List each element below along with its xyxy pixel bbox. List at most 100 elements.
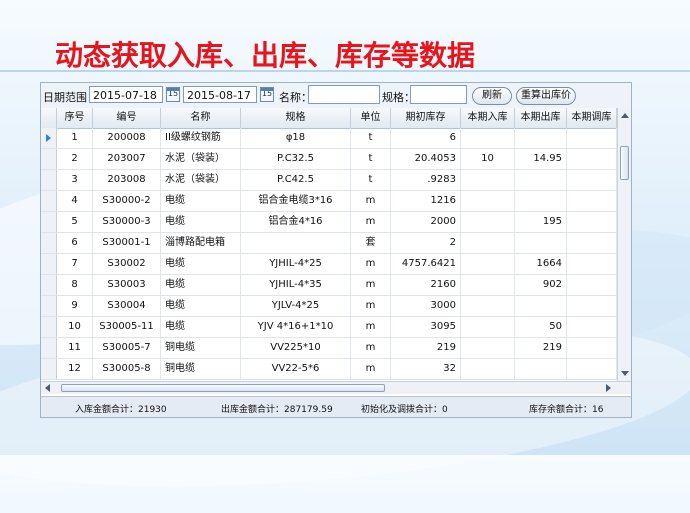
cell-code[interactable]: 203008 — [93, 170, 161, 190]
cell-unit[interactable]: m — [351, 359, 391, 379]
start-date-field[interactable]: 2015-07-18 — [89, 86, 163, 103]
cell-period-transfer[interactable] — [567, 338, 617, 358]
cell-period-transfer[interactable] — [567, 170, 617, 190]
cell-unit[interactable]: m — [351, 296, 391, 316]
cell-opening-stock[interactable]: 1216 — [391, 191, 461, 211]
scroll-right-arrow-icon[interactable] — [606, 384, 611, 392]
table-row[interactable]: 5 S30000-3 电缆 铝合金4*16 m 2000 195 — [41, 212, 617, 233]
column-header-opening-stock[interactable]: 期初库存 — [391, 108, 461, 128]
cell-seq[interactable]: 1 — [57, 128, 93, 148]
cell-period-out[interactable] — [515, 191, 567, 211]
cell-seq[interactable]: 11 — [57, 338, 93, 358]
cell-code[interactable]: S30004 — [93, 296, 161, 316]
row-selector[interactable] — [41, 359, 57, 379]
cell-seq[interactable]: 9 — [57, 296, 93, 316]
scroll-up-arrow-icon[interactable] — [621, 113, 629, 118]
name-input[interactable] — [308, 85, 380, 104]
cell-code[interactable]: 200008 — [93, 128, 161, 148]
cell-period-in[interactable]: 10 — [461, 149, 515, 169]
cell-seq[interactable]: 5 — [57, 212, 93, 232]
table-row[interactable]: 6 S30001-1 淄博路配电箱 套 2 — [41, 233, 617, 254]
cell-period-out[interactable] — [515, 359, 567, 379]
cell-period-transfer[interactable] — [567, 359, 617, 379]
cell-opening-stock[interactable]: 2160 — [391, 275, 461, 295]
cell-code[interactable]: S30005-11 — [93, 317, 161, 337]
cell-opening-stock[interactable]: 2000 — [391, 212, 461, 232]
cell-spec[interactable]: YJV 4*16+1*10 — [241, 317, 351, 337]
table-row[interactable]: 10 S30005-11 电缆 YJV 4*16+1*10 m 3095 50 — [41, 317, 617, 338]
cell-code[interactable]: S30000-2 — [93, 191, 161, 211]
scroll-left-arrow-icon[interactable] — [45, 384, 50, 392]
cell-period-in[interactable] — [461, 191, 515, 211]
cell-code[interactable]: 203007 — [93, 149, 161, 169]
vertical-scrollbar[interactable] — [617, 108, 631, 381]
row-selector[interactable] — [41, 191, 57, 211]
spec-input[interactable] — [410, 85, 467, 104]
cell-code[interactable]: S30005-8 — [93, 359, 161, 379]
column-header-unit[interactable]: 单位 — [351, 108, 391, 128]
cell-name[interactable]: 电缆 — [161, 296, 241, 316]
cell-period-out[interactable] — [515, 128, 567, 148]
cell-period-out[interactable] — [515, 233, 567, 253]
row-selector[interactable] — [41, 296, 57, 316]
cell-name[interactable]: 电缆 — [161, 275, 241, 295]
cell-seq[interactable]: 7 — [57, 254, 93, 274]
cell-period-in[interactable] — [461, 338, 515, 358]
cell-spec[interactable]: VV225*10 — [241, 338, 351, 358]
cell-opening-stock[interactable]: 20.4053 — [391, 149, 461, 169]
cell-opening-stock[interactable]: 6 — [391, 128, 461, 148]
cell-period-in[interactable] — [461, 317, 515, 337]
recalc-price-button[interactable]: 重算出库价 — [516, 87, 576, 105]
cell-opening-stock[interactable]: 4757.6421 — [391, 254, 461, 274]
cell-period-in[interactable] — [461, 275, 515, 295]
cell-spec[interactable]: YJLV-4*25 — [241, 296, 351, 316]
cell-code[interactable]: S30003 — [93, 275, 161, 295]
column-header-code[interactable]: 编号 — [93, 108, 161, 128]
cell-code[interactable]: S30001-1 — [93, 233, 161, 253]
cell-code[interactable]: S30000-3 — [93, 212, 161, 232]
row-selector[interactable] — [41, 128, 57, 148]
row-selector[interactable] — [41, 149, 57, 169]
table-row[interactable]: 3 203008 水泥（袋装） P.C42.5 t .9283 — [41, 170, 617, 191]
cell-period-out[interactable]: 1664 — [515, 254, 567, 274]
cell-spec[interactable] — [241, 233, 351, 253]
cell-spec[interactable]: YJHIL-4*35 — [241, 275, 351, 295]
cell-period-out[interactable]: 902 — [515, 275, 567, 295]
cell-period-out[interactable]: 219 — [515, 338, 567, 358]
cell-name[interactable]: 电缆 — [161, 317, 241, 337]
column-header-period-in[interactable]: 本期入库 — [461, 108, 515, 128]
cell-opening-stock[interactable]: 3000 — [391, 296, 461, 316]
cell-period-in[interactable] — [461, 233, 515, 253]
start-calendar-icon[interactable]: 15 — [166, 87, 180, 102]
cell-opening-stock[interactable]: 2 — [391, 233, 461, 253]
cell-period-out[interactable]: 50 — [515, 317, 567, 337]
cell-name[interactable]: 电缆 — [161, 212, 241, 232]
cell-period-transfer[interactable] — [567, 212, 617, 232]
cell-spec[interactable]: P.C42.5 — [241, 170, 351, 190]
row-selector[interactable] — [41, 275, 57, 295]
cell-period-out[interactable]: 14.95 — [515, 149, 567, 169]
end-calendar-icon[interactable]: 15 — [260, 87, 274, 102]
table-row[interactable]: 4 S30000-2 电缆 铝合金电缆3*16 m 1216 — [41, 191, 617, 212]
cell-unit[interactable]: m — [351, 212, 391, 232]
table-row[interactable]: 7 S30002 电缆 YJHIL-4*25 m 4757.6421 1664 — [41, 254, 617, 275]
column-header-period-out[interactable]: 本期出库 — [515, 108, 567, 128]
cell-spec[interactable]: YJHIL-4*25 — [241, 254, 351, 274]
cell-name[interactable]: 水泥（袋装） — [161, 149, 241, 169]
table-row[interactable]: 12 S30005-8 铜电缆 VV22-5*6 m 32 — [41, 359, 617, 380]
cell-unit[interactable]: m — [351, 317, 391, 337]
cell-period-transfer[interactable] — [567, 317, 617, 337]
horizontal-scroll-thumb[interactable] — [61, 384, 385, 392]
cell-spec[interactable]: 铝合金电缆3*16 — [241, 191, 351, 211]
cell-opening-stock[interactable]: 3095 — [391, 317, 461, 337]
cell-spec[interactable]: P.C32.5 — [241, 149, 351, 169]
cell-seq[interactable]: 12 — [57, 359, 93, 379]
table-row[interactable]: 9 S30004 电缆 YJLV-4*25 m 3000 — [41, 296, 617, 317]
cell-spec[interactable]: 铝合金4*16 — [241, 212, 351, 232]
vertical-scroll-thumb[interactable] — [620, 146, 629, 180]
cell-period-in[interactable] — [461, 359, 515, 379]
cell-period-transfer[interactable] — [567, 191, 617, 211]
cell-unit[interactable]: t — [351, 149, 391, 169]
cell-period-out[interactable]: 195 — [515, 212, 567, 232]
row-selector[interactable] — [41, 317, 57, 337]
